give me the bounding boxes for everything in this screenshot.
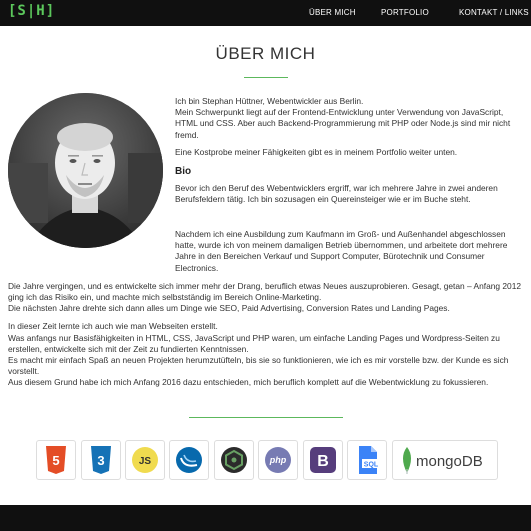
title-underline <box>244 77 288 78</box>
tech-nodejs <box>214 440 254 480</box>
js-icon: JS <box>132 447 158 473</box>
nodejs-icon <box>221 447 247 473</box>
tech-jquery <box>169 440 209 480</box>
intro-line-2: Mein Schwerpunkt liegt auf der Frontend-… <box>175 107 511 140</box>
nav-link-ueber-mich[interactable]: ÜBER MICH <box>309 8 356 17</box>
html5-icon: 5 <box>46 446 66 474</box>
sql-icon: SQL <box>359 446 380 474</box>
bio-paragraph-1: Bevor ich den Beruf des Webentwicklers e… <box>175 183 525 205</box>
tech-php: php <box>258 440 298 480</box>
mongodb-icon: mongoDB <box>403 447 483 474</box>
bio-text-3: Die Jahre vergingen, und es entwickelte … <box>8 280 522 303</box>
tech-html5: 5 <box>36 440 76 480</box>
avatar <box>8 93 163 248</box>
footer <box>0 505 531 531</box>
bio-text-2: Nachdem ich eine Ausbildung zum Kaufmann… <box>175 229 508 273</box>
tech-bootstrap: B <box>303 440 343 480</box>
bio-text-6: Was anfangs nur Basisfähigkeiten in HTML… <box>8 332 500 354</box>
intro-line-3: Eine Kostprobe meiner Fähigkeiten gibt e… <box>175 146 458 157</box>
page-title: ÜBER MICH <box>215 44 316 63</box>
bio-paragraph-2: Nachdem ich eine Ausbildung zum Kaufmann… <box>8 229 522 389</box>
portrait-image <box>8 93 163 248</box>
tech-sql: SQL <box>347 440 387 480</box>
bio-text-8: Aus diesem Grund habe ich mich Anfang 20… <box>8 377 489 388</box>
tech-mongodb: mongoDB <box>392 440 498 480</box>
html5-label: 5 <box>52 453 59 468</box>
js-label: JS <box>139 456 152 467</box>
bootstrap-icon: B <box>310 447 336 473</box>
site-logo[interactable]: [S|H] <box>8 3 55 19</box>
bootstrap-label: B <box>317 453 329 470</box>
css3-label: 3 <box>97 453 104 468</box>
section-divider <box>189 417 343 418</box>
navbar: [S|H] ÜBER MICH PORTFOLIO KONTAKT / LINK… <box>0 0 531 26</box>
css3-icon: 3 <box>91 446 111 474</box>
bio-text-1: Bevor ich den Beruf des Webentwicklers e… <box>175 183 498 205</box>
intro-text: Ich bin Stephan Hüttner, Webentwickler a… <box>175 96 525 158</box>
php-icon: php <box>265 447 291 473</box>
nav-link-kontakt[interactable]: KONTAKT / LINKS <box>459 8 529 17</box>
bio-heading: Bio <box>175 166 192 177</box>
bio-text-7: Es macht mir einfach Spaß an neuen Proje… <box>8 355 509 377</box>
php-label: php <box>269 455 287 465</box>
mongodb-label: mongoDB <box>416 453 483 470</box>
bio-text-5: In dieser Zeit lernte ich auch wie man W… <box>8 321 218 332</box>
intro-line-1: Ich bin Stephan Hüttner, Webentwickler a… <box>175 96 364 106</box>
sql-label: SQL <box>364 462 379 469</box>
bio-text-4: Die nächsten Jahre drehte sich dann alle… <box>8 303 450 314</box>
tech-js: JS <box>125 440 165 480</box>
tech-css3: 3 <box>81 440 121 480</box>
nav-link-portfolio[interactable]: PORTFOLIO <box>381 8 429 17</box>
jquery-icon <box>176 447 202 473</box>
